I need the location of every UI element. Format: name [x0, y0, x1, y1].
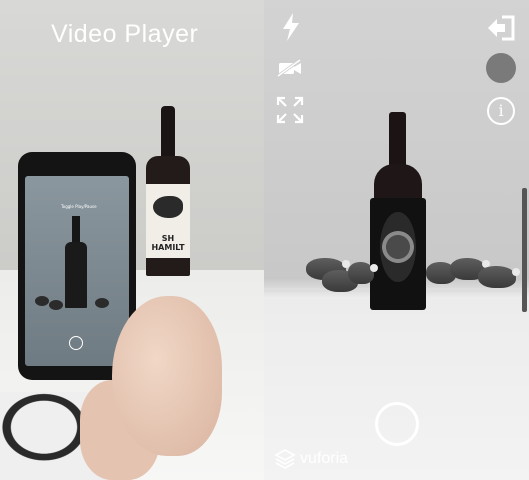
bottle-label-text: SH HAMILT: [151, 234, 185, 252]
capture-button[interactable]: [375, 402, 419, 446]
side-scrollbar[interactable]: [522, 188, 527, 312]
info-icon[interactable]: i: [487, 97, 515, 125]
expand-icon[interactable]: [276, 96, 304, 124]
page-title: Video Player: [51, 20, 199, 48]
bottle-label-graphic: [380, 212, 416, 282]
phone-capture-ring: [69, 336, 83, 350]
phone-bottle-image: [65, 216, 87, 308]
vuforia-logo-icon: [274, 449, 296, 469]
record-dot-icon[interactable]: [486, 53, 516, 83]
brand-watermark: vuforia: [274, 446, 348, 472]
phone-sheep: [35, 296, 49, 306]
sheep-label-image: [153, 196, 183, 218]
phone-sheep: [49, 300, 63, 310]
phone-sheep: [95, 298, 109, 308]
ar-sheep: [478, 266, 520, 288]
phone-screen: Toggle Play/Pause: [25, 176, 129, 366]
ar-camera-view[interactable]: i vuforia: [264, 0, 529, 480]
exit-icon[interactable]: [486, 15, 516, 41]
ar-wine-bottle: [370, 112, 426, 310]
background-wine-bottle: SH HAMILT: [146, 106, 190, 276]
flash-icon[interactable]: [280, 12, 302, 42]
hand-finger: [112, 296, 222, 456]
brand-name: vuforia: [300, 450, 349, 467]
video-off-icon[interactable]: [276, 58, 304, 78]
ar-sheep: [348, 262, 378, 284]
phone-hint-text: Toggle Play/Pause: [61, 204, 97, 209]
left-photo-panel: Video Player SH HAMILT Toggle Play/Pause: [0, 0, 264, 480]
